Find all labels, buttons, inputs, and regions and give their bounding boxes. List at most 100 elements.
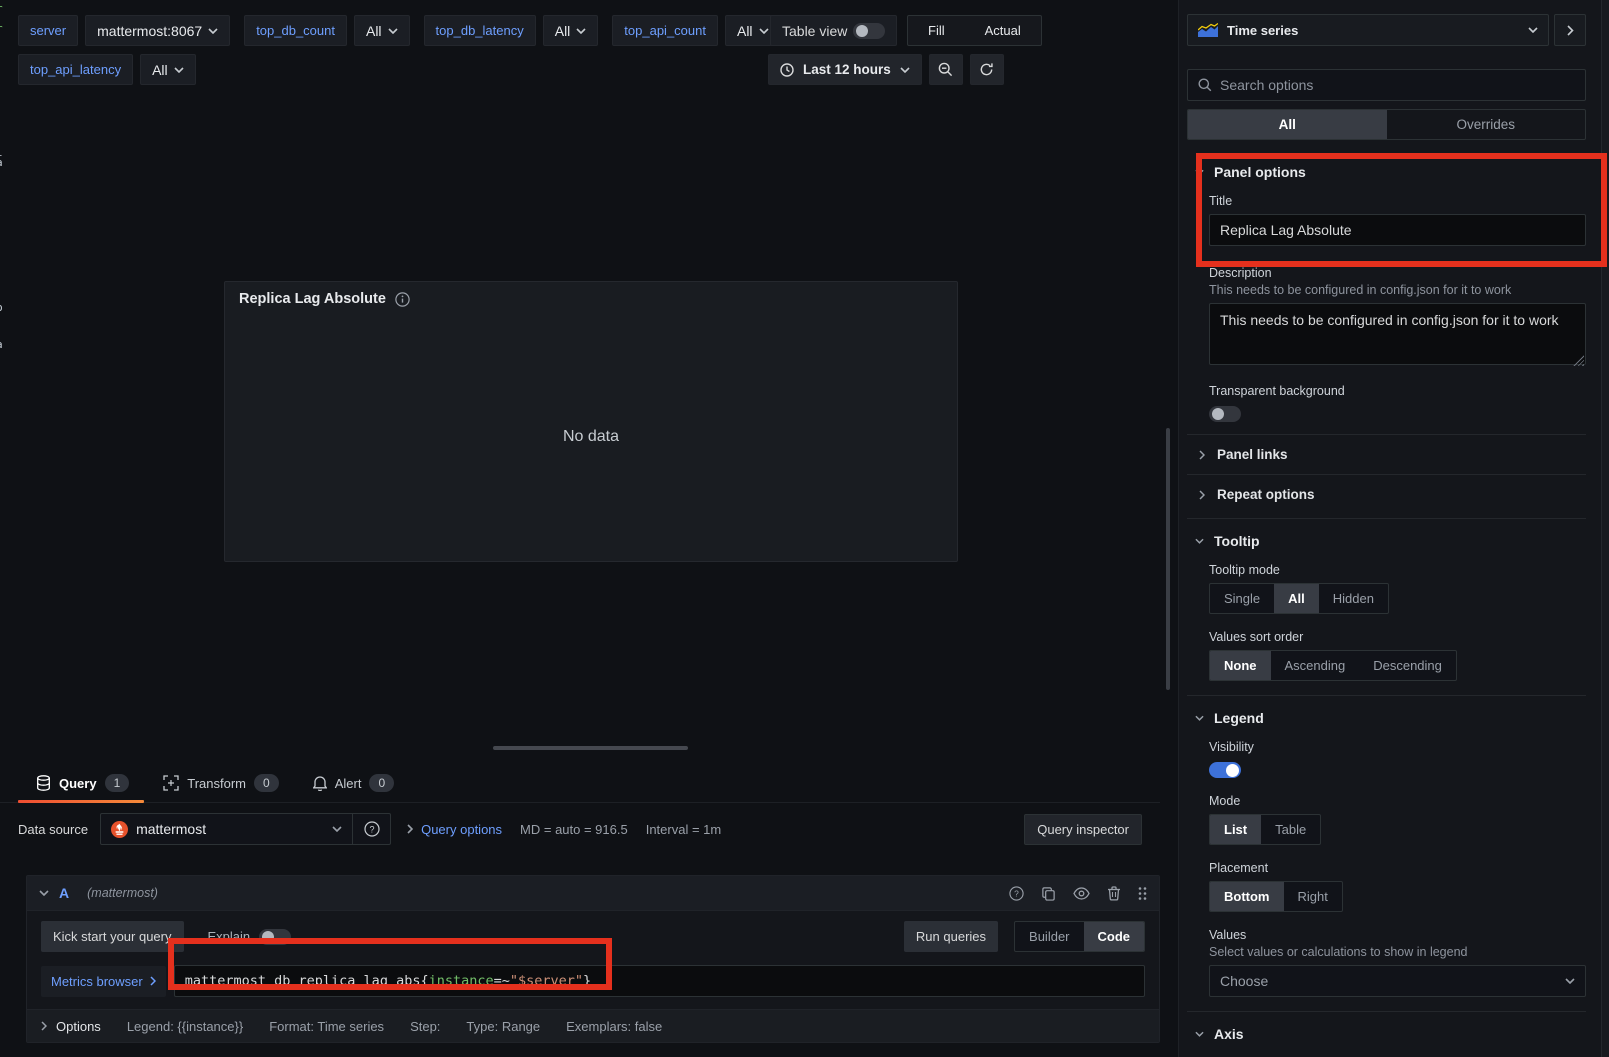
legend-mode-table[interactable]: Table <box>1261 815 1320 844</box>
chevron-right-icon <box>41 1021 47 1031</box>
fill-button[interactable]: Fill <box>908 16 965 45</box>
datasource-help-button[interactable]: ? <box>353 813 391 845</box>
refresh-button[interactable] <box>970 54 1004 85</box>
chevron-right-icon <box>1199 450 1205 460</box>
tooltip-mode-label: Tooltip mode <box>1209 563 1586 577</box>
variable-value-text: All <box>555 23 571 39</box>
no-data-message: No data <box>225 428 957 446</box>
sidebar-scrollbar-track[interactable] <box>1601 0 1609 1057</box>
variable-value-text: mattermost:8067 <box>97 23 202 39</box>
variable-label-server[interactable]: server <box>18 15 78 46</box>
tooltip-mode-all[interactable]: All <box>1274 584 1319 613</box>
title-label: Title <box>1209 194 1586 208</box>
variable-label[interactable]: top_api_count <box>612 15 718 46</box>
query-row-header[interactable]: A (mattermost) ? <box>27 876 1159 911</box>
kick-start-query-button[interactable]: Kick start your query <box>41 921 184 952</box>
time-range-picker[interactable]: Last 12 hours <box>768 54 922 85</box>
zoom-out-icon <box>938 62 953 77</box>
variable-value[interactable]: All <box>140 54 196 85</box>
legend-visibility-switch[interactable] <box>1209 762 1241 778</box>
legend-mode-list[interactable]: List <box>1210 815 1261 844</box>
tab-alert-label: Alert <box>335 776 362 791</box>
tab-alert[interactable]: Alert 0 <box>313 774 394 792</box>
axis-header[interactable]: Axis <box>1187 1012 1586 1044</box>
variable-label[interactable]: top_db_count <box>244 15 347 46</box>
drag-handle-icon[interactable] <box>1138 886 1147 901</box>
tooltip-mode-hidden[interactable]: Hidden <box>1319 584 1388 613</box>
options-search[interactable] <box>1187 69 1586 101</box>
trash-icon[interactable] <box>1107 886 1121 901</box>
legend-mode-label: Mode <box>1209 794 1586 808</box>
sort-ascending[interactable]: Ascending <box>1271 651 1360 680</box>
variable-value-text: All <box>737 23 753 39</box>
datasource-label: Data source <box>18 822 88 837</box>
placement-bottom[interactable]: Bottom <box>1210 882 1284 911</box>
panel-header[interactable]: Replica Lag Absolute <box>225 282 957 316</box>
explain-switch[interactable] <box>259 929 291 945</box>
panel-options-header[interactable]: Panel options <box>1187 153 1586 182</box>
sort-descending[interactable]: Descending <box>1359 651 1456 680</box>
help-icon[interactable]: ? <box>1009 886 1024 901</box>
repeat-options-label: Repeat options <box>1217 487 1315 502</box>
legend-values-hint: Select values or calculations to show in… <box>1209 945 1586 959</box>
options-pane-scrollbar[interactable] <box>1166 428 1170 690</box>
tab-overrides[interactable]: Overrides <box>1387 110 1586 139</box>
legend-values-label: Values <box>1209 928 1586 942</box>
panel-title-input[interactable] <box>1209 214 1586 246</box>
section-title: Legend <box>1214 710 1264 726</box>
promql-expression-input[interactable]: mattermost_db_replica_lag_abs{instance=~… <box>174 965 1145 997</box>
collapse-options-pane-button[interactable] <box>1554 14 1586 46</box>
section-title: Tooltip <box>1214 533 1260 549</box>
options-search-input[interactable] <box>1220 77 1575 93</box>
placement-right[interactable]: Right <box>1284 882 1342 911</box>
run-queries-button[interactable]: Run queries <box>904 921 998 952</box>
actual-button[interactable]: Actual <box>965 16 1041 45</box>
values-sort-order-label: Values sort order <box>1209 630 1586 644</box>
variable-value[interactable]: All <box>543 15 599 46</box>
legend-header[interactable]: Legend <box>1187 696 1586 728</box>
zoom-out-button[interactable] <box>929 54 963 85</box>
query-options-summary: Options Legend: {{instance}} Format: Tim… <box>27 1009 1159 1042</box>
eye-icon[interactable] <box>1073 887 1090 900</box>
tab-query-label: Query <box>59 776 97 791</box>
info-icon[interactable] <box>395 292 410 307</box>
tab-transform[interactable]: Transform 0 <box>163 774 278 792</box>
code-option[interactable]: Code <box>1084 922 1145 951</box>
legend-values-select[interactable]: Choose <box>1209 965 1586 997</box>
panel-description-textarea[interactable]: This needs to be configured in config.js… <box>1209 303 1586 365</box>
tab-all-options[interactable]: All <box>1188 110 1387 139</box>
query-datasource-hint: (mattermost) <box>87 886 158 900</box>
query-inspector-button[interactable]: Query inspector <box>1024 814 1142 845</box>
variable-top-db-latency: top_db_latency All <box>424 15 599 46</box>
table-view-toggle[interactable]: Table view <box>770 15 897 46</box>
prometheus-icon <box>111 821 128 838</box>
table-view-switch[interactable] <box>853 23 885 39</box>
tooltip-header[interactable]: Tooltip <box>1187 519 1586 551</box>
tab-query[interactable]: Query 1 <box>36 774 129 792</box>
datasource-picker[interactable]: mattermost <box>100 813 353 845</box>
chevron-right-icon <box>1199 490 1205 500</box>
sort-none[interactable]: None <box>1210 651 1271 680</box>
query-editor-row: A (mattermost) ? Kick start your query E… <box>26 875 1160 1043</box>
legend-values-placeholder: Choose <box>1220 973 1268 989</box>
svg-text:?: ? <box>369 824 374 834</box>
transparent-background-switch[interactable] <box>1209 406 1241 422</box>
svg-text:?: ? <box>1014 888 1019 898</box>
variable-value[interactable]: All <box>354 15 410 46</box>
panel-links-collapsible[interactable]: Panel links <box>1187 434 1586 474</box>
options-toggle[interactable]: Options <box>41 1019 101 1034</box>
variable-label[interactable]: top_api_latency <box>18 54 133 85</box>
variable-label[interactable]: top_db_latency <box>424 15 536 46</box>
visualization-picker[interactable]: Time series <box>1187 14 1549 46</box>
transform-count-badge: 0 <box>254 774 279 792</box>
repeat-options-collapsible[interactable]: Repeat options <box>1187 474 1586 504</box>
variable-value-server[interactable]: mattermost:8067 <box>85 15 230 46</box>
tooltip-mode-single[interactable]: Single <box>1210 584 1274 613</box>
query-options-toggle[interactable]: Query options <box>407 822 502 837</box>
chevron-down-icon <box>1195 715 1204 721</box>
metrics-browser-button[interactable]: Metrics browser <box>41 966 166 997</box>
chevron-down-icon[interactable] <box>39 890 49 896</box>
duplicate-icon[interactable] <box>1041 886 1056 901</box>
builder-option[interactable]: Builder <box>1015 922 1083 951</box>
pane-resize-handle[interactable] <box>493 746 688 750</box>
